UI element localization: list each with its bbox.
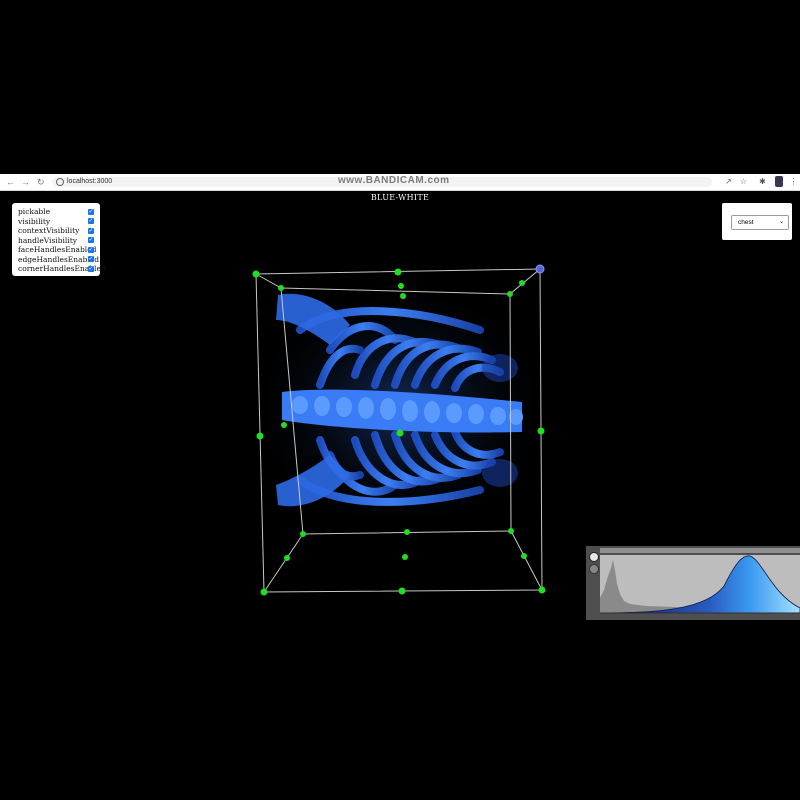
edge-handles-checkbox[interactable]: ✓: [88, 256, 94, 262]
corner-handle[interactable]: [252, 270, 260, 278]
corner-handle[interactable]: [300, 531, 306, 537]
corner-handles-checkbox[interactable]: ✓: [88, 265, 94, 272]
edge-handle[interactable]: [398, 587, 406, 595]
reload-button[interactable]: ↻: [37, 177, 45, 187]
corner-handle[interactable]: [538, 586, 546, 594]
edge-handle[interactable]: [398, 283, 404, 289]
dataset-panel: chest ⌄: [722, 203, 792, 240]
edge-handle[interactable]: [394, 268, 402, 276]
option-label: contextVisibility: [18, 226, 80, 235]
transfer-function-header: [600, 548, 800, 553]
dataset-selected: chest: [738, 219, 754, 226]
add-point-icon[interactable]: [589, 552, 599, 562]
option-edge-handles: edgeHandlesEnabled ✓: [12, 255, 100, 265]
handle-visibility-checkbox[interactable]: ✓: [88, 237, 94, 243]
transfer-function-canvas[interactable]: [586, 546, 800, 620]
remove-point-icon[interactable]: [589, 564, 599, 574]
star-icon[interactable]: ☆: [739, 177, 748, 186]
transfer-function-widget[interactable]: [586, 546, 800, 620]
pickable-checkbox[interactable]: ✓: [88, 208, 94, 215]
option-label: edgeHandlesEnabled: [18, 254, 100, 264]
option-context-visibility: contextVisibility ✓: [12, 226, 100, 236]
info-icon[interactable]: [56, 178, 64, 186]
option-corner-handles: cornerHandlesEnabled ✓: [12, 264, 106, 274]
colormap-title: BLUE-WHITE: [370, 193, 430, 202]
option-label: handleVisibility: [18, 235, 77, 245]
bandicam-watermark: www.BANDICAM.com: [338, 175, 450, 186]
option-handle-visibility: handleVisibility ✓: [12, 236, 100, 246]
context-visibility-checkbox[interactable]: ✓: [88, 227, 94, 234]
edge-handle[interactable]: [519, 280, 525, 286]
option-label: visibility: [18, 216, 51, 226]
corner-handle[interactable]: [278, 285, 284, 291]
face-handles-checkbox[interactable]: ✓: [88, 246, 94, 253]
share-icon[interactable]: ↗: [724, 177, 733, 186]
option-label: faceHandlesEnabled: [18, 245, 97, 254]
face-handle[interactable]: [402, 554, 408, 560]
face-handle[interactable]: [281, 422, 287, 428]
face-handle[interactable]: [396, 429, 404, 437]
option-pickable: pickable ✓: [12, 207, 100, 217]
option-visibility: visibility ✓: [12, 217, 100, 227]
chevron-down-icon: ⌄: [778, 219, 784, 225]
extensions-icon[interactable]: ✱: [758, 177, 767, 186]
volume-viewport[interactable]: [0, 0, 800, 800]
corner-handle[interactable]: [535, 264, 545, 274]
widget-options-panel: pickable ✓ visibility ✓ contextVisibilit…: [12, 203, 106, 276]
corner-handle[interactable]: [260, 588, 268, 596]
dataset-select[interactable]: chest ⌄: [731, 215, 789, 230]
option-label: pickable: [18, 207, 51, 216]
chest-volume-render: [270, 293, 530, 515]
menu-icon[interactable]: ⋮: [789, 177, 798, 186]
edge-handle[interactable]: [404, 529, 410, 535]
edge-handle[interactable]: [537, 427, 545, 435]
corner-handle[interactable]: [508, 528, 514, 534]
browser-toolbar: ← → ↻ localhost:3000 www.BANDICAM.com ↗ …: [0, 174, 800, 191]
back-button[interactable]: ←: [6, 177, 15, 187]
option-face-handles: faceHandlesEnabled ✓: [12, 245, 100, 255]
edge-handle[interactable]: [256, 432, 264, 440]
edge-handle[interactable]: [521, 553, 527, 559]
edge-handle[interactable]: [284, 555, 290, 561]
visibility-checkbox[interactable]: ✓: [88, 218, 94, 224]
profile-icon[interactable]: [775, 176, 783, 187]
corner-handle[interactable]: [507, 291, 513, 297]
url-text: localhost:3000: [67, 178, 113, 185]
forward-button[interactable]: →: [21, 177, 30, 187]
edge-handle[interactable]: [400, 293, 406, 299]
